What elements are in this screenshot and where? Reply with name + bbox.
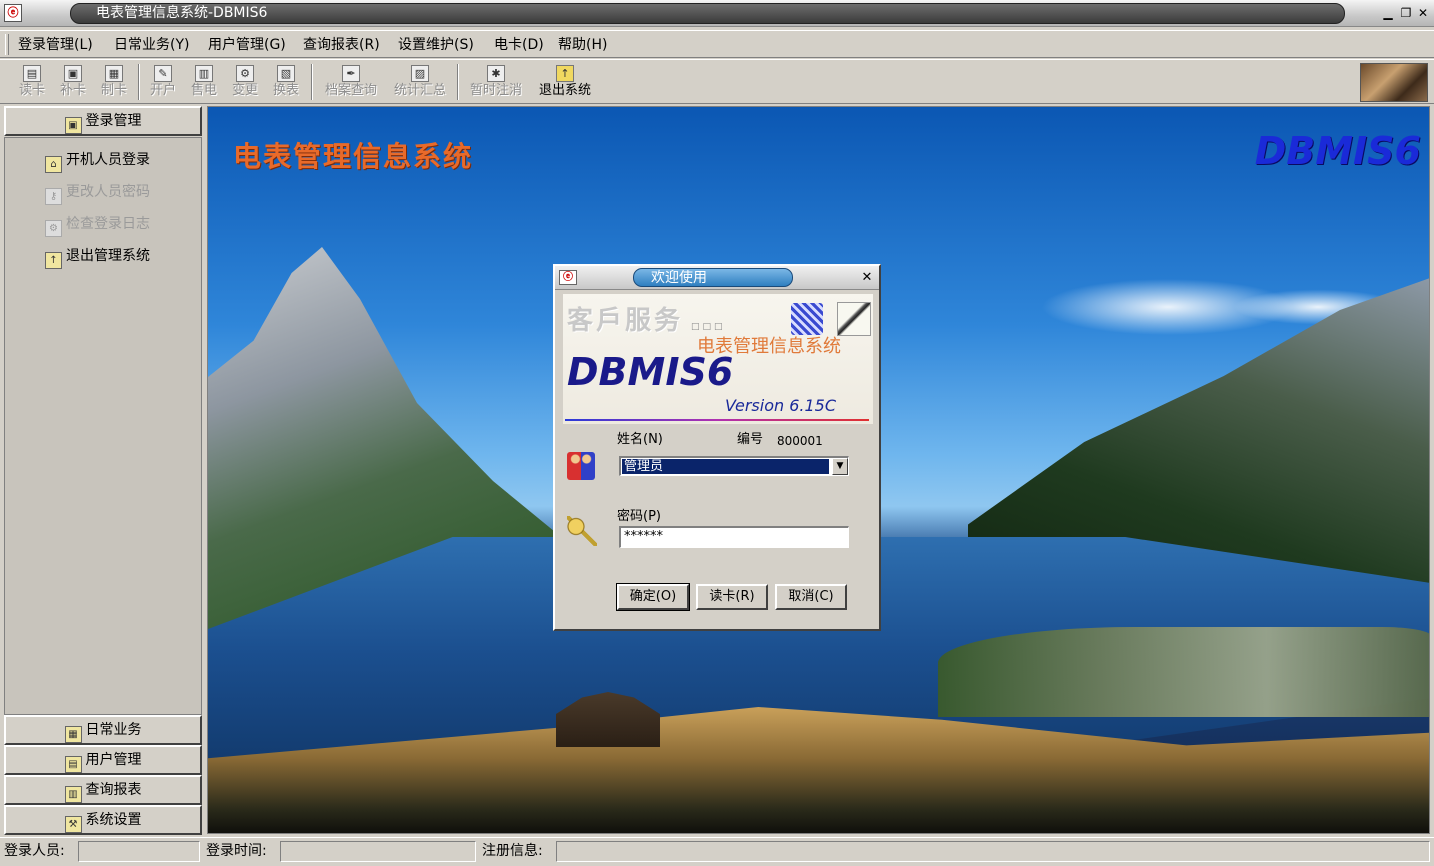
sell-power-icon: ▥ [195, 65, 213, 82]
menu-card[interactable]: 电卡(D) [494, 36, 544, 54]
sidebar-section-login[interactable]: ▣ 登录管理 [4, 106, 202, 136]
archive-query-button[interactable]: ✒ 档案查询 [318, 63, 384, 103]
exit-folder-icon: ↑ [45, 252, 62, 269]
dialog-app-icon: ⓔ [559, 270, 577, 285]
statistics-button[interactable]: ▨ 统计汇总 [387, 63, 453, 103]
replace-meter-icon: ▧ [277, 65, 295, 82]
login-dialog: ⓔ 欢迎使用 ✕ 客戶服务 □□□ 电表管理信息系统 DBMIS6 Versio… [553, 264, 881, 631]
open-account-button[interactable]: ✎ 开户 [143, 63, 183, 103]
banner-logo: DBMIS6 [567, 350, 734, 394]
toolbar-thumbnail-image [1360, 63, 1428, 102]
id-value: 800001 [777, 434, 823, 448]
chevron-down-icon[interactable]: ▼ [832, 458, 848, 475]
read-card-dialog-button[interactable]: 读卡(R) [696, 584, 768, 610]
banner-service-text: 客戶服务 [567, 306, 684, 336]
sell-power-button[interactable]: ▥ 售电 [184, 63, 224, 103]
card-read-icon: ▤ [23, 65, 41, 82]
dialog-title-bar[interactable]: ⓔ 欢迎使用 ✕ [555, 266, 879, 290]
globe-icon [791, 303, 823, 335]
id-label: 编号 [737, 432, 764, 447]
menu-grip[interactable] [5, 34, 9, 55]
sidebar-panel: ⌂ 开机人员登录 ⚷ 更改人员密码 ⚙ 检查登录日志 ↑ 退出管理系统 [4, 137, 202, 715]
toolbar: ▤ 读卡 ▣ 补卡 ▦ 制卡 ✎ 开户 ▥ 售电 ⚙ 变更 ▧ 换表 ✒ 档案查询 ▨ 统计汇总 … [0, 59, 1434, 104]
menu-settings[interactable]: 设置维护(S) [398, 36, 474, 54]
status-time-label: 登录时间: [206, 843, 267, 859]
sidebar-link-change-password[interactable]: ⚷ 更改人员密码 [45, 182, 150, 205]
menu-users[interactable]: 用户管理(G) [208, 36, 286, 54]
pen-icon [837, 302, 871, 336]
sidebar-link-login-log[interactable]: ⚙ 检查登录日志 [45, 214, 150, 237]
main-title: 电表管理信息系统 [233, 140, 474, 173]
toolbar-separator [311, 64, 313, 100]
sidebar-section-reports[interactable]: ▥ 查询报表 [4, 775, 202, 805]
card-make-icon: ▦ [105, 65, 123, 82]
users-icon [567, 452, 595, 480]
log-icon: ⚙ [45, 220, 62, 237]
password-label: 密码(P) [617, 509, 661, 524]
status-reg-field [556, 841, 1430, 862]
keys-icon [567, 516, 597, 546]
status-reg-label: 注册信息: [482, 843, 543, 859]
menu-help[interactable]: 帮助(H) [558, 36, 607, 54]
dialog-close-icon[interactable]: ✕ [859, 270, 875, 286]
name-select-value: 管理员 [622, 459, 829, 474]
reissue-card-button[interactable]: ▣ 补卡 [53, 63, 93, 103]
town-image [938, 627, 1429, 717]
status-time-field [280, 841, 476, 862]
banner-dots: □□□ [691, 322, 726, 332]
reports-section-icon: ▥ [64, 786, 82, 803]
toolbar-separator [457, 64, 459, 100]
ok-button[interactable]: 确定(O) [616, 583, 690, 611]
restore-icon[interactable]: ❐ [1398, 5, 1414, 21]
toolbar-separator [138, 64, 140, 100]
change-button[interactable]: ⚙ 变更 [225, 63, 265, 103]
window-title: 电表管理信息系统-DBMIS6 [96, 5, 268, 21]
password-input[interactable]: ****** [619, 526, 849, 548]
sidebar: ▣ 登录管理 ⌂ 开机人员登录 ⚷ 更改人员密码 ⚙ 检查登录日志 ↑ 退出管理系统 ▦ 日… [4, 106, 202, 835]
banner-divider [565, 419, 869, 421]
read-card-button[interactable]: ▤ 读卡 [12, 63, 52, 103]
sidebar-section-users[interactable]: ▤ 用户管理 [4, 745, 202, 775]
app-icon[interactable]: ⓔ [4, 4, 22, 22]
exit-system-button[interactable]: ↑ 退出系统 [532, 63, 598, 103]
sidebar-section-daily[interactable]: ▦ 日常业务 [4, 715, 202, 745]
menu-bar: 登录管理(L) 日常业务(Y) 用户管理(G) 查询报表(R) 设置维护(S) … [0, 30, 1434, 58]
sidebar-link-operator-login[interactable]: ⌂ 开机人员登录 [45, 150, 150, 173]
users-section-icon: ▤ [64, 756, 82, 773]
window-title-bar[interactable]: ⓔ 电表管理信息系统-DBMIS6 ▁ ❐ ✕ [0, 0, 1434, 27]
minimize-icon[interactable]: ▁ [1380, 5, 1396, 21]
cancel-button[interactable]: 取消(C) [775, 584, 847, 610]
status-bar: 登录人员: 登录时间: 注册信息: [0, 837, 1434, 866]
login-section-icon: ▣ [64, 117, 82, 134]
dialog-banner: 客戶服务 □□□ 电表管理信息系统 DBMIS6 Version 6.15C [563, 294, 873, 424]
status-user-field [78, 841, 200, 862]
open-folder-icon: ⌂ [45, 156, 62, 173]
exit-folder-icon: ↑ [556, 65, 574, 82]
card-add-icon: ▣ [64, 65, 82, 82]
name-label: 姓名(N) [617, 432, 663, 447]
key-icon: ⚷ [45, 188, 62, 205]
settings-section-icon: ⚒ [64, 816, 82, 833]
name-select[interactable]: 管理员 ▼ [619, 456, 849, 476]
temp-logout-button[interactable]: ✱ 暂时注消 [463, 63, 529, 103]
main-logo: DBMIS6 [1254, 129, 1421, 173]
menu-reports[interactable]: 查询报表(R) [303, 36, 380, 54]
menu-login[interactable]: 登录管理(L) [18, 36, 93, 54]
sidebar-section-settings[interactable]: ⚒ 系统设置 [4, 805, 202, 835]
open-account-icon: ✎ [154, 65, 172, 82]
sidebar-link-exit-system[interactable]: ↑ 退出管理系统 [45, 246, 150, 269]
dialog-title: 欢迎使用 [651, 270, 707, 286]
printer-icon: ▨ [411, 65, 429, 82]
status-user-label: 登录人员: [4, 843, 65, 859]
replace-meter-button[interactable]: ▧ 换表 [266, 63, 306, 103]
archive-query-icon: ✒ [342, 65, 360, 82]
banner-version: Version 6.15C [725, 396, 837, 415]
make-card-button[interactable]: ▦ 制卡 [94, 63, 134, 103]
temp-logout-icon: ✱ [487, 65, 505, 82]
close-icon[interactable]: ✕ [1415, 5, 1431, 21]
daily-section-icon: ▦ [64, 726, 82, 743]
change-icon: ⚙ [236, 65, 254, 82]
menu-daily[interactable]: 日常业务(Y) [114, 36, 189, 54]
